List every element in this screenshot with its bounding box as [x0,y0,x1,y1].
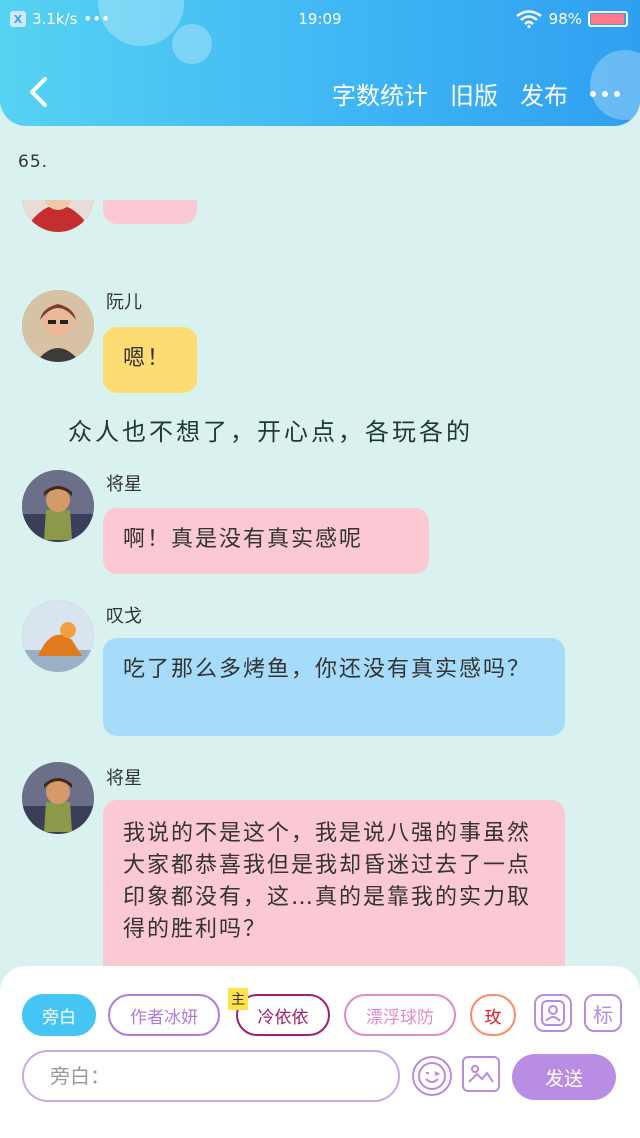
message-bubble: 吃了那么多烤鱼，你还没有真实感吗？ [103,638,565,736]
dot-icon [602,90,608,97]
sender-name: 将星 [106,768,142,789]
avatar[interactable] [22,762,94,834]
character-avatar-icon [22,470,94,542]
message-bubble: 嗯！ [103,200,197,224]
role-chips: 旁白 作者冰妍 主 冷依依 漂浮球防 玫 标 [0,988,640,1038]
wifi-icon [515,10,542,28]
chapter-label: 65. [18,152,49,172]
emoji-button[interactable] [412,1056,452,1096]
character-avatar-icon [22,200,94,232]
message-bubble: 我说的不是这个，我是说八强的事虽然大家都恭喜我但是我却昏迷过去了一点印象都没有，… [103,800,565,970]
message-text: 啊！真是没有真实感呢 [123,527,364,552]
word-count-button[interactable]: 字数统计 [332,76,428,111]
message-text: 我说的不是这个，我是说八强的事虽然大家都恭喜我但是我却昏迷过去了一点印象都没有，… [123,821,532,942]
character-avatar-icon [22,600,94,672]
avatar[interactable] [22,290,94,362]
publish-button[interactable]: 发布 [520,76,568,111]
message-text: 嗯！ [123,200,171,202]
avatar[interactable] [22,470,94,542]
chevron-left-icon [30,77,47,107]
avatar[interactable] [22,200,94,232]
image-button[interactable] [462,1056,500,1092]
image-icon [468,1065,494,1083]
nav-bar: 字数统计 旧版 发布 [0,66,640,118]
old-version-button[interactable]: 旧版 [450,76,498,111]
back-button[interactable] [20,74,56,110]
smiley-icon [418,1062,446,1090]
battery-percent: 98% [548,10,582,28]
character-avatar-icon [22,762,94,834]
narration-text: 众人也不想了，开心点，各玩各的 [68,418,473,446]
role-chip-character[interactable]: 冷依依 [236,994,330,1036]
message-bubble: 嗯！ [103,327,197,393]
character-avatar-icon [22,290,94,362]
role-chip-character[interactable]: 漂浮球防 [344,994,456,1036]
top-header: X 3.1k/s ••• 19:09 98% 字数统计 旧版 发布 [0,0,640,126]
dot-icon [614,90,620,97]
chat-area[interactable]: 嗯！ 阮儿 嗯！ 众人也不想了，开心点，各玩各的 [0,200,640,970]
tag-button[interactable]: 标 [584,994,622,1032]
message-text: 吃了那么多烤鱼，你还没有真实感吗？ [123,657,532,682]
person-icon [541,1000,565,1026]
more-options-button[interactable] [590,90,620,97]
input-row: 发送 [0,1050,640,1104]
message-bubble: 啊！真是没有真实感呢 [103,508,429,574]
add-character-button[interactable] [534,994,572,1032]
role-chip-author[interactable]: 作者冰妍 [108,994,220,1036]
tag-icon: 标 [593,1002,613,1027]
role-chip-character[interactable]: 玫 [470,994,516,1036]
status-bar: X 3.1k/s ••• 19:09 98% [0,8,640,34]
message-input[interactable] [22,1050,400,1102]
dot-icon [590,90,596,97]
message-text: 嗯！ [123,346,172,371]
sender-name: 阮儿 [106,292,142,313]
sender-name: 叹戈 [106,606,142,627]
send-button[interactable]: 发送 [512,1054,616,1100]
battery-fill [591,14,625,24]
battery-icon [588,11,628,27]
composer-panel: 旁白 作者冰妍 主 冷依依 漂浮球防 玫 标 旁白： 发送 [0,966,640,1138]
main-role-tag: 主 [228,988,248,1010]
sender-name: 将星 [106,474,142,495]
role-chip-narrator[interactable]: 旁白 [22,994,96,1036]
avatar[interactable] [22,600,94,672]
